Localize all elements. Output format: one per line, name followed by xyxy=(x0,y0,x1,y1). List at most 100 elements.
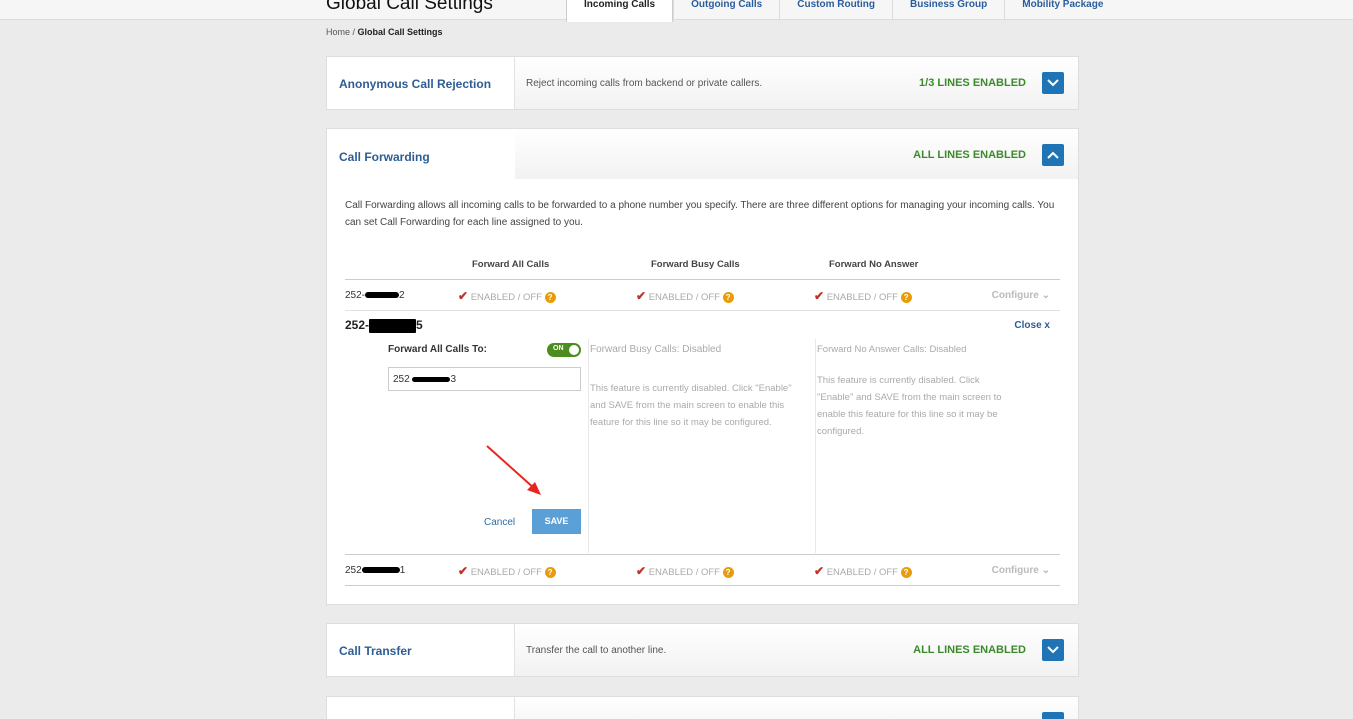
checkmark-icon: ✔ xyxy=(636,564,647,578)
help-icon[interactable]: ? xyxy=(544,292,556,303)
top-bar: Global Call Settings Incoming Calls Outg… xyxy=(0,0,1353,22)
call-transfer-status: ALL LINES ENABLED xyxy=(913,644,1026,656)
status-text: ENABLED / OFF xyxy=(648,567,720,578)
breadcrumb: Home / Global Call Settings xyxy=(326,27,443,37)
status-text: ENABLED / OFF xyxy=(826,567,898,578)
help-icon[interactable]: ? xyxy=(722,292,734,303)
col-forward-busy: Forward Busy Calls xyxy=(651,259,740,270)
redacted-digits xyxy=(365,292,400,299)
forward-busy-status[interactable]: ✔ ENABLED / OFF ? xyxy=(636,564,734,578)
divider xyxy=(345,554,1060,555)
anonymous-status: 1/3 LINES ENABLED xyxy=(919,77,1026,89)
chevron-down-icon xyxy=(1047,646,1059,654)
collapse-call-forwarding-button[interactable] xyxy=(1042,144,1064,166)
panel-divider xyxy=(815,339,816,553)
checkmark-icon: ✔ xyxy=(814,289,825,303)
red-arrow-annotation xyxy=(486,445,541,495)
checkmark-icon: ✔ xyxy=(636,289,647,303)
anonymous-title[interactable]: Anonymous Call Rejection xyxy=(339,77,491,91)
chevron-down-icon: ⌄ xyxy=(1041,290,1050,301)
line-suffix: 5 xyxy=(416,318,423,332)
no-answer-disabled-title: Forward No Answer Calls: Disabled xyxy=(817,344,967,355)
redacted-digits xyxy=(361,567,400,574)
card-title-cell xyxy=(327,697,515,719)
checkmark-icon: ✔ xyxy=(458,564,469,578)
status-text: ENABLED / OFF xyxy=(648,292,720,303)
call-transfer-card: Call Transfer Transfer the call to anoth… xyxy=(326,623,1079,677)
input-prefix: 252 xyxy=(393,374,410,385)
busy-disabled-body: This feature is currently disabled. Clic… xyxy=(590,383,792,428)
forward-to-value: 252 3 xyxy=(393,374,456,385)
status-text: ENABLED / OFF xyxy=(470,567,542,578)
help-icon[interactable]: ? xyxy=(900,567,912,578)
forward-no-answer-status[interactable]: ✔ ENABLED / OFF ? xyxy=(814,564,912,578)
anonymous-description: Reject incoming calls from backend or pr… xyxy=(526,78,763,89)
configure-link[interactable]: Configure ⌄ xyxy=(992,565,1050,576)
checkmark-icon: ✔ xyxy=(814,564,825,578)
configure-label: Configure xyxy=(991,565,1039,576)
breadcrumb-home[interactable]: Home xyxy=(326,27,350,37)
next-card-partial xyxy=(326,696,1079,719)
expanded-line-number: 252- 5 xyxy=(345,318,423,333)
page-title: Global Call Settings xyxy=(326,0,493,14)
forward-no-answer-status[interactable]: ✔ ENABLED / OFF ? xyxy=(814,289,912,303)
configure-link[interactable]: Configure ⌄ xyxy=(992,290,1050,301)
call-forwarding-status: ALL LINES ENABLED xyxy=(913,149,1026,161)
line-number: 252- 2 xyxy=(345,290,405,301)
expand-anonymous-button[interactable] xyxy=(1042,72,1064,94)
expand-next-card-button[interactable] xyxy=(1042,712,1064,719)
save-button[interactable]: SAVE xyxy=(532,509,581,534)
no-answer-disabled-body: This feature is currently disabled. Clic… xyxy=(817,375,1002,437)
breadcrumb-separator: / xyxy=(350,27,358,37)
call-transfer-title[interactable]: Call Transfer xyxy=(339,644,412,658)
forward-all-status[interactable]: ✔ ENABLED / OFF ? xyxy=(458,289,556,303)
close-link[interactable]: Close x xyxy=(1014,320,1050,331)
cancel-link[interactable]: Cancel xyxy=(484,517,515,528)
forward-all-label: Forward All Calls To: xyxy=(388,344,487,355)
forward-busy-status[interactable]: ✔ ENABLED / OFF ? xyxy=(636,289,734,303)
chevron-down-icon xyxy=(1047,79,1059,87)
help-icon[interactable]: ? xyxy=(544,567,556,578)
forward-all-toggle[interactable]: ON xyxy=(547,343,581,357)
forward-all-status[interactable]: ✔ ENABLED / OFF ? xyxy=(458,564,556,578)
panel-divider xyxy=(588,339,589,553)
expand-call-transfer-button[interactable] xyxy=(1042,639,1064,661)
line-prefix: 252- xyxy=(345,290,366,301)
divider xyxy=(345,585,1060,586)
chevron-up-icon xyxy=(1047,151,1059,159)
line-prefix: 252- xyxy=(345,318,370,332)
line-number: 252 1 xyxy=(345,565,405,576)
switch-label: ON xyxy=(553,345,564,352)
call-forwarding-card: Call Forwarding ALL LINES ENABLED Call F… xyxy=(326,128,1079,605)
tab-business-group[interactable]: Business Group xyxy=(892,0,1004,20)
tab-incoming-calls[interactable]: Incoming Calls xyxy=(566,0,674,22)
anonymous-call-rejection-card: Anonymous Call Rejection Reject incoming… xyxy=(326,56,1079,110)
tab-outgoing-calls[interactable]: Outgoing Calls xyxy=(673,0,779,20)
call-transfer-description: Transfer the call to another line. xyxy=(526,645,667,656)
switch-knob xyxy=(569,345,579,355)
help-icon[interactable]: ? xyxy=(722,567,734,578)
tab-custom-routing[interactable]: Custom Routing xyxy=(779,0,892,20)
line-suffix: 2 xyxy=(399,290,405,301)
redacted-digits xyxy=(412,376,451,382)
status-text: ENABLED / OFF xyxy=(470,292,542,303)
help-icon[interactable]: ? xyxy=(900,292,912,303)
line-prefix: 252 xyxy=(345,565,362,576)
redacted-digits xyxy=(369,318,417,333)
col-forward-all: Forward All Calls xyxy=(472,259,550,270)
configure-label: Configure xyxy=(991,290,1039,301)
status-text: ENABLED / OFF xyxy=(826,292,898,303)
call-forwarding-title[interactable]: Call Forwarding xyxy=(339,150,430,164)
input-suffix: 3 xyxy=(450,374,457,385)
line-suffix: 1 xyxy=(399,565,406,576)
col-forward-no-answer: Forward No Answer xyxy=(829,259,919,270)
chevron-down-icon: ⌄ xyxy=(1041,565,1050,576)
divider xyxy=(345,279,1060,280)
tab-bar: Incoming Calls Outgoing Calls Custom Rou… xyxy=(566,0,1120,22)
call-forwarding-intro: Call Forwarding allows all incoming call… xyxy=(345,200,1055,228)
busy-disabled-title: Forward Busy Calls: Disabled xyxy=(590,344,722,355)
tab-mobility-package[interactable]: Mobility Package xyxy=(1004,0,1120,20)
checkmark-icon: ✔ xyxy=(458,289,469,303)
divider xyxy=(345,310,1060,311)
breadcrumb-current: Global Call Settings xyxy=(357,27,443,37)
